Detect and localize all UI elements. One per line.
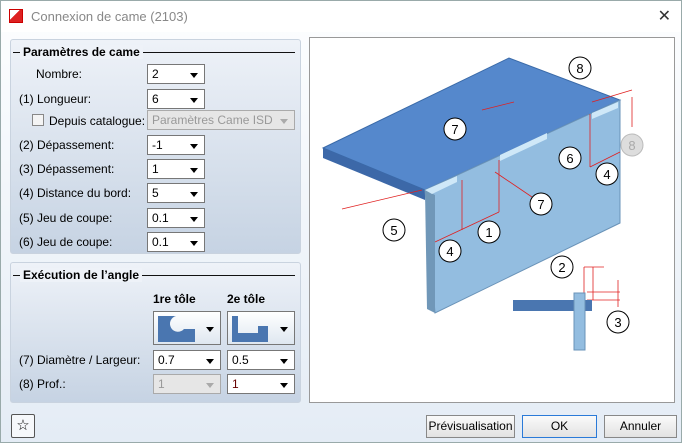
catalogue-checkbox[interactable] [32, 114, 44, 126]
round-notch-icon [158, 316, 195, 342]
prof-1-combo[interactable]: 1 [153, 374, 221, 394]
group-title: Paramètres de came [20, 45, 143, 59]
diametre-2-combo[interactable]: 0.5 [227, 350, 295, 370]
callout-label: 1 [485, 225, 492, 240]
callout-label: 4 [446, 244, 453, 259]
longueur-combo[interactable]: 6 [147, 89, 205, 109]
jeu-coupe-5-combo[interactable]: 0.1 [147, 208, 205, 228]
window-title: Connexion de came (2103) [31, 9, 188, 24]
label-diametre: (7) Diamètre / Largeur: [19, 353, 141, 367]
rect-notch-icon [232, 316, 268, 342]
close-icon[interactable]: ✕ [658, 6, 671, 26]
prof-2-combo[interactable]: 1 [227, 374, 295, 394]
label-distance-bord: (4) Distance du bord: [19, 186, 132, 200]
callout-label: 8 [576, 61, 583, 76]
jeu-coupe-6-combo[interactable]: 0.1 [147, 232, 205, 252]
catalogue-combo[interactable]: Paramètres Came ISD [147, 110, 295, 130]
shape-2-combo[interactable] [227, 311, 295, 345]
app-icon [9, 9, 23, 23]
star-icon: ☆ [16, 417, 30, 434]
label-prof: (8) Prof.: [19, 377, 66, 391]
callout-label: 3 [614, 315, 621, 330]
nombre-combo[interactable]: 2 [147, 64, 205, 84]
label-longueur: (1) Longueur: [19, 92, 92, 106]
depassement-3-combo[interactable]: 1 [147, 159, 205, 179]
col-1re-tole: 1re tôle [153, 292, 196, 306]
depassement-2-combo[interactable]: -1 [147, 135, 205, 155]
label-jeu-coupe-5: (5) Jeu de coupe: [19, 211, 113, 225]
callout-label: 8 [628, 138, 635, 153]
label-catalogue: Depuis catalogue: [49, 114, 146, 128]
label-nombre: Nombre: [36, 67, 83, 81]
shape-1-combo[interactable] [153, 311, 221, 345]
cancel-button[interactable]: Annuler [604, 415, 677, 438]
callout-label: 2 [558, 260, 565, 275]
diametre-1-combo[interactable]: 0.7 [153, 350, 221, 370]
title-bar: Connexion de came (2103) ✕ [1, 1, 681, 32]
preview-button[interactable]: Prévisualisation [426, 415, 515, 438]
distance-bord-combo[interactable]: 5 [147, 183, 205, 203]
label-depassement-2: (2) Dépassement: [19, 138, 115, 152]
group-title: Exécution de l’angle [20, 268, 143, 282]
callout-label: 7 [451, 122, 458, 137]
callout-label: 4 [603, 167, 610, 182]
dialog-window: Connexion de came (2103) ✕ Paramètres de… [0, 0, 682, 443]
callout-label: 7 [537, 197, 544, 212]
preview-image: 8 7 8 6 4 7 5 1 4 2 3 [309, 37, 675, 403]
callout-label: 5 [390, 223, 397, 238]
ok-button[interactable]: OK [522, 415, 597, 438]
label-jeu-coupe-6: (6) Jeu de coupe: [19, 235, 113, 249]
col-2e-tole: 2e tôle [227, 292, 266, 306]
label-depassement-3: (3) Dépassement: [19, 162, 115, 176]
callout-label: 6 [566, 151, 573, 166]
favorites-button[interactable]: ☆ [11, 414, 35, 438]
